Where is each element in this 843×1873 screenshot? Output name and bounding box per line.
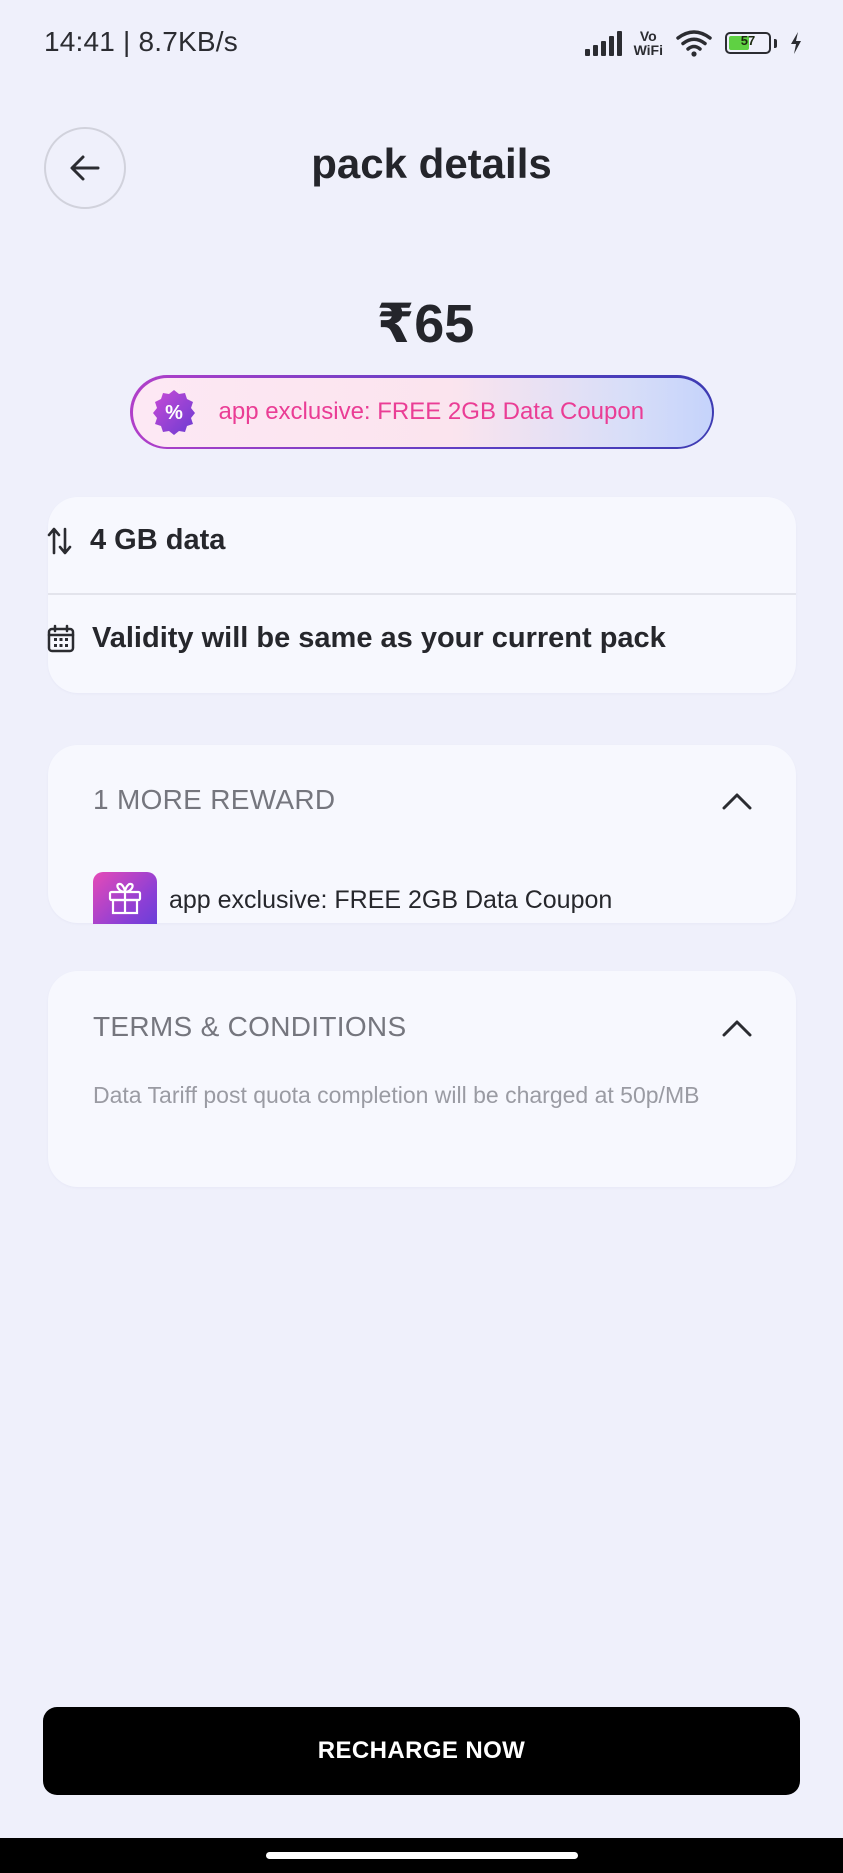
wifi-icon xyxy=(676,30,712,57)
home-indicator[interactable] xyxy=(266,1852,578,1859)
pack-price: ₹65 xyxy=(376,294,475,354)
discount-badge-symbol: % xyxy=(165,402,183,424)
vowifi-bottom-text: WiFi xyxy=(633,42,663,58)
page-title: pack details xyxy=(311,140,552,187)
battery-level: 57 xyxy=(740,33,756,48)
battery-icon: 57 xyxy=(725,32,771,54)
discount-badge-icon: % xyxy=(152,390,195,435)
reward-item[interactable]: app exclusive: FREE 2GB Data Coupon xyxy=(93,872,612,924)
battery-tip xyxy=(774,38,777,48)
status-time: 14:41 | 8.7KB/s xyxy=(44,26,238,57)
reward-text: app exclusive: FREE 2GB Data Coupon xyxy=(169,886,613,914)
promo-banner-inner: % app exclusive: FREE 2GB Data Coupon xyxy=(132,377,712,447)
vowifi-icon: Vo WiFi xyxy=(634,29,663,57)
promo-text: app exclusive: FREE 2GB Data Coupon xyxy=(218,398,645,425)
terms-text: Data Tariff post quota completion will b… xyxy=(93,1082,700,1108)
terms-card xyxy=(48,971,796,1187)
promo-banner[interactable]: % app exclusive: FREE 2GB Data Coupon xyxy=(130,375,714,449)
signal-icon xyxy=(584,30,622,56)
data-row: 4 GB data xyxy=(46,524,225,557)
calendar-icon xyxy=(47,624,75,652)
rewards-title: 1 MORE REWARD xyxy=(93,784,336,815)
chevron-up-icon[interactable] xyxy=(722,1019,752,1037)
validity-row: Validity will be same as your current pa… xyxy=(46,622,666,655)
charging-icon xyxy=(791,32,801,54)
recharge-now-button[interactable]: RECHARGE NOW xyxy=(43,1707,800,1795)
data-amount: 4 GB data xyxy=(90,524,226,556)
validity-text: Validity will be same as your current pa… xyxy=(92,622,666,654)
chevron-up-icon[interactable] xyxy=(722,792,752,810)
vowifi-top-text: Vo xyxy=(639,28,657,44)
terms-title: TERMS & CONDITIONS xyxy=(93,1011,407,1042)
status-icons: Vo WiFi 57 xyxy=(584,26,803,60)
gift-icon xyxy=(93,872,157,924)
data-transfer-icon xyxy=(47,527,72,554)
divider xyxy=(48,593,796,595)
